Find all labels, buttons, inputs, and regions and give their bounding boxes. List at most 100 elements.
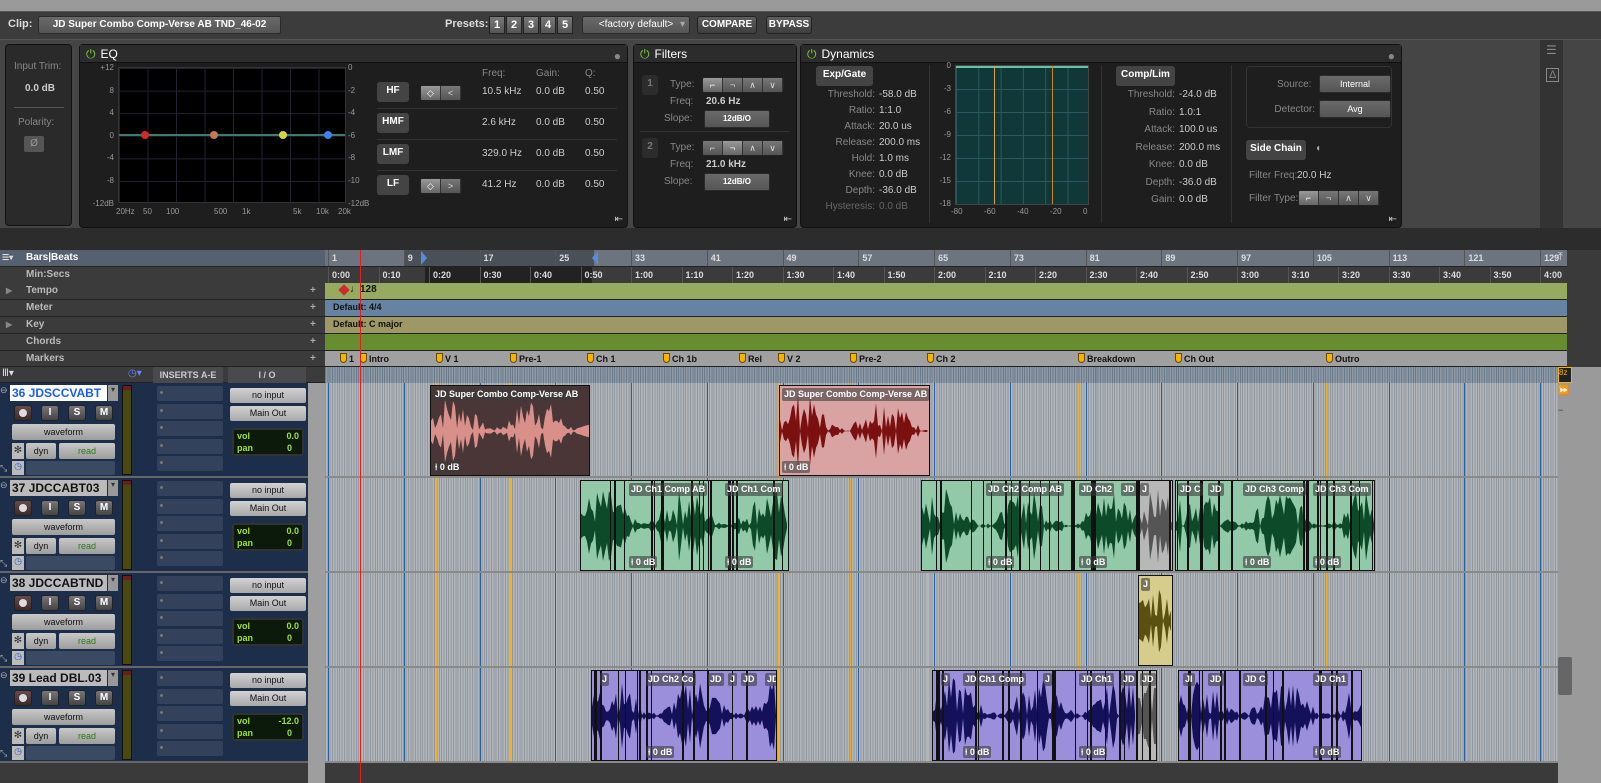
source-dropdown[interactable]: Internal xyxy=(1319,75,1391,93)
preset-5-button[interactable]: 5 xyxy=(557,16,573,34)
track-name-menu-icon[interactable]: ▾ xyxy=(108,385,118,401)
pan-value[interactable]: 0 xyxy=(287,728,292,738)
chords-ruler[interactable] xyxy=(325,334,1567,351)
marker-v-2[interactable]: V 2 xyxy=(778,352,801,366)
filter-freq-value[interactable]: 21.0 kHz xyxy=(706,159,746,170)
power-icon[interactable]: ⏻ xyxy=(807,47,817,61)
track-timeline-lane[interactable]: JD Ch1 Comp AB ⍿ 0 dB JD Ch1 Com ⍿ 0 dB JD C… xyxy=(325,478,1558,573)
preset-4-button[interactable]: 4 xyxy=(540,16,556,34)
zoom-out-icon[interactable]: − xyxy=(1558,405,1572,421)
collapse-icon[interactable]: ⇤ xyxy=(784,214,792,225)
eq-band-gain[interactable]: 0.0 dB xyxy=(536,148,565,159)
highpass-filter-icon[interactable]: ⌐ xyxy=(1299,191,1319,205)
track-comments-field[interactable] xyxy=(26,651,115,665)
input-monitor-button[interactable]: I xyxy=(41,405,59,421)
track-view-selector[interactable]: waveform xyxy=(12,424,115,440)
vol-value[interactable]: 0.0 xyxy=(286,621,299,631)
notch-filter-icon[interactable]: ∨ xyxy=(763,78,783,92)
solo-button[interactable]: S xyxy=(68,405,86,421)
eq-band-handle-lmf[interactable] xyxy=(210,131,218,139)
eq-band-gain[interactable]: 0.0 dB xyxy=(536,86,565,97)
marker-pre-2[interactable]: Pre-2 xyxy=(850,352,882,366)
vol-value[interactable]: 0.0 xyxy=(286,526,299,536)
track-list-menu-icon[interactable]: Ⅲ▾ xyxy=(2,368,14,379)
input-monitor-button[interactable]: I xyxy=(41,690,59,706)
input-trim-value[interactable]: 0.0 dB xyxy=(25,83,55,94)
menu-icon[interactable]: ☰▾ xyxy=(2,250,13,266)
insert-slot[interactable] xyxy=(157,646,223,661)
vol-value[interactable]: -12.0 xyxy=(278,716,299,726)
clip-gain[interactable]: ⍿ 0 dB xyxy=(1313,556,1342,568)
filter-freq-value[interactable]: 20.0 Hz xyxy=(1297,170,1331,181)
insert-slot[interactable] xyxy=(157,576,223,591)
track-comments-field[interactable] xyxy=(26,556,115,570)
highpass-filter-icon[interactable]: ⌐ xyxy=(703,78,723,92)
bars-beats-ruler[interactable]: 1 9 17 25 33 41 49 57 65 73 81 89 97 105 113 121 129 xyxy=(325,250,1567,267)
tempo-ruler[interactable]: ♩128 xyxy=(325,283,1567,300)
clip-gain[interactable]: ⍿ 0 dB xyxy=(1313,746,1342,758)
eq-band-handle-hmf[interactable] xyxy=(279,131,287,139)
track-timeline-lane[interactable]: JJD Ch2 Co⍿ 0 dBJDJJDJDJJD Ch1 Comp⍿ 0 d… xyxy=(325,668,1558,763)
insert-slot[interactable] xyxy=(157,421,223,436)
track-name-menu-icon[interactable]: ▾ xyxy=(108,670,118,686)
power-icon[interactable]: ⏻ xyxy=(86,47,96,61)
clip-gain[interactable]: ⍿ 0 dB xyxy=(629,556,658,568)
dyn-param-value[interactable]: 20.0 us xyxy=(879,121,912,132)
meter-icon[interactable]: Δ xyxy=(1546,68,1560,82)
eq-band-lf-button[interactable]: LF xyxy=(377,175,409,195)
audio-clip[interactable]: JD Super Combo Comp-Verse AB ⍿ 0 dB xyxy=(430,385,590,476)
fast-forward-icon[interactable]: ⏩ xyxy=(1558,385,1572,401)
min-secs-ruler[interactable]: 0:00 0:10 0:20 0:30 0:40 0:50 1:00 1:10 1:20 1:30… xyxy=(325,267,1567,284)
timebase-icon[interactable]: ◷ xyxy=(12,556,24,570)
zoom-preset-icon[interactable]: 8z xyxy=(1558,367,1572,383)
detector-dropdown[interactable]: Avg xyxy=(1319,100,1391,118)
tempo-marker-icon[interactable] xyxy=(338,284,350,296)
dyn-button[interactable]: dyn xyxy=(26,633,56,649)
shelf-shape-icon[interactable]: < xyxy=(441,86,461,100)
freeze-icon[interactable]: ✻ xyxy=(12,443,24,459)
output-selector[interactable]: Main Out xyxy=(230,406,306,421)
output-selector[interactable]: Main Out xyxy=(230,501,306,516)
input-selector[interactable]: no input xyxy=(230,673,306,688)
vol-value[interactable]: 0.0 xyxy=(286,431,299,441)
automation-mode-selector[interactable]: read xyxy=(59,728,115,744)
filter-slope-dropdown[interactable]: 12dB/O xyxy=(704,173,770,191)
track-comments-field[interactable] xyxy=(26,461,115,475)
add-meter-icon[interactable]: + xyxy=(310,300,316,316)
solo-button[interactable]: S xyxy=(68,500,86,516)
eq-band-handle-lf[interactable] xyxy=(141,131,149,139)
track-scroll-gutter[interactable] xyxy=(308,383,325,783)
dyn-button[interactable]: dyn xyxy=(26,443,56,459)
track-options-icon[interactable]: ⊖ xyxy=(0,575,8,586)
track-timeline-lane[interactable]: JD Super Combo Comp-Verse AB ⍿ 0 dB JD Sup… xyxy=(325,383,1558,478)
track-view-selector[interactable]: waveform xyxy=(12,709,115,725)
track-comments-field[interactable] xyxy=(26,746,115,760)
audio-clip[interactable]: JD C JD JD Ch3 Comp ⍿ 0 dB JD Ch3 Com ⍿ 0 dB xyxy=(1175,480,1375,571)
speaker-icon[interactable]: ◖ xyxy=(1315,143,1321,154)
marker-ch-2[interactable]: Ch 2 xyxy=(927,352,956,366)
track-name-menu-icon[interactable]: ▾ xyxy=(108,480,118,496)
meter-ruler[interactable]: Default: 4/4 xyxy=(325,300,1567,317)
clip-gain[interactable]: ⍿ 0 dB xyxy=(646,746,675,758)
eq-band-hf-button[interactable]: HF xyxy=(377,82,409,102)
panel-menu-icon[interactable]: ● xyxy=(614,47,621,65)
track-name[interactable]: 36 JDSCCVABT xyxy=(10,385,107,401)
track-name[interactable]: 37 JDCCABT03 xyxy=(10,480,107,496)
record-enable-button[interactable] xyxy=(14,690,32,706)
dyn-param-value[interactable]: 0.0 dB xyxy=(1179,194,1208,205)
eq-graph[interactable] xyxy=(118,67,346,203)
dyn-param-value[interactable]: 200.0 ms xyxy=(1179,142,1220,153)
audio-clip[interactable]: JD Ch1 Comp AB ⍿ 0 dB JD Ch1 Com ⍿ 0 dB xyxy=(580,480,789,571)
collapse-icon[interactable]: ⇤ xyxy=(615,214,623,225)
track-view-selector[interactable]: waveform xyxy=(12,614,115,630)
audio-clip[interactable]: JD Super Combo Comp-Verse AB ⍿ 0 dB xyxy=(779,385,930,476)
record-enable-button[interactable] xyxy=(14,405,32,421)
preset-1-button[interactable]: 1 xyxy=(489,16,505,34)
bandpass-filter-icon[interactable]: ∧ xyxy=(743,78,763,92)
track-name[interactable]: 39 Lead DBL.03 xyxy=(10,670,107,686)
freeze-icon[interactable]: ✻ xyxy=(12,538,24,554)
output-selector[interactable]: Main Out xyxy=(230,596,306,611)
add-tempo-icon[interactable]: + xyxy=(310,283,316,299)
comp-lim-button[interactable]: Comp/Lim xyxy=(1116,66,1175,86)
dyn-param-value[interactable]: -36.0 dB xyxy=(879,185,917,196)
